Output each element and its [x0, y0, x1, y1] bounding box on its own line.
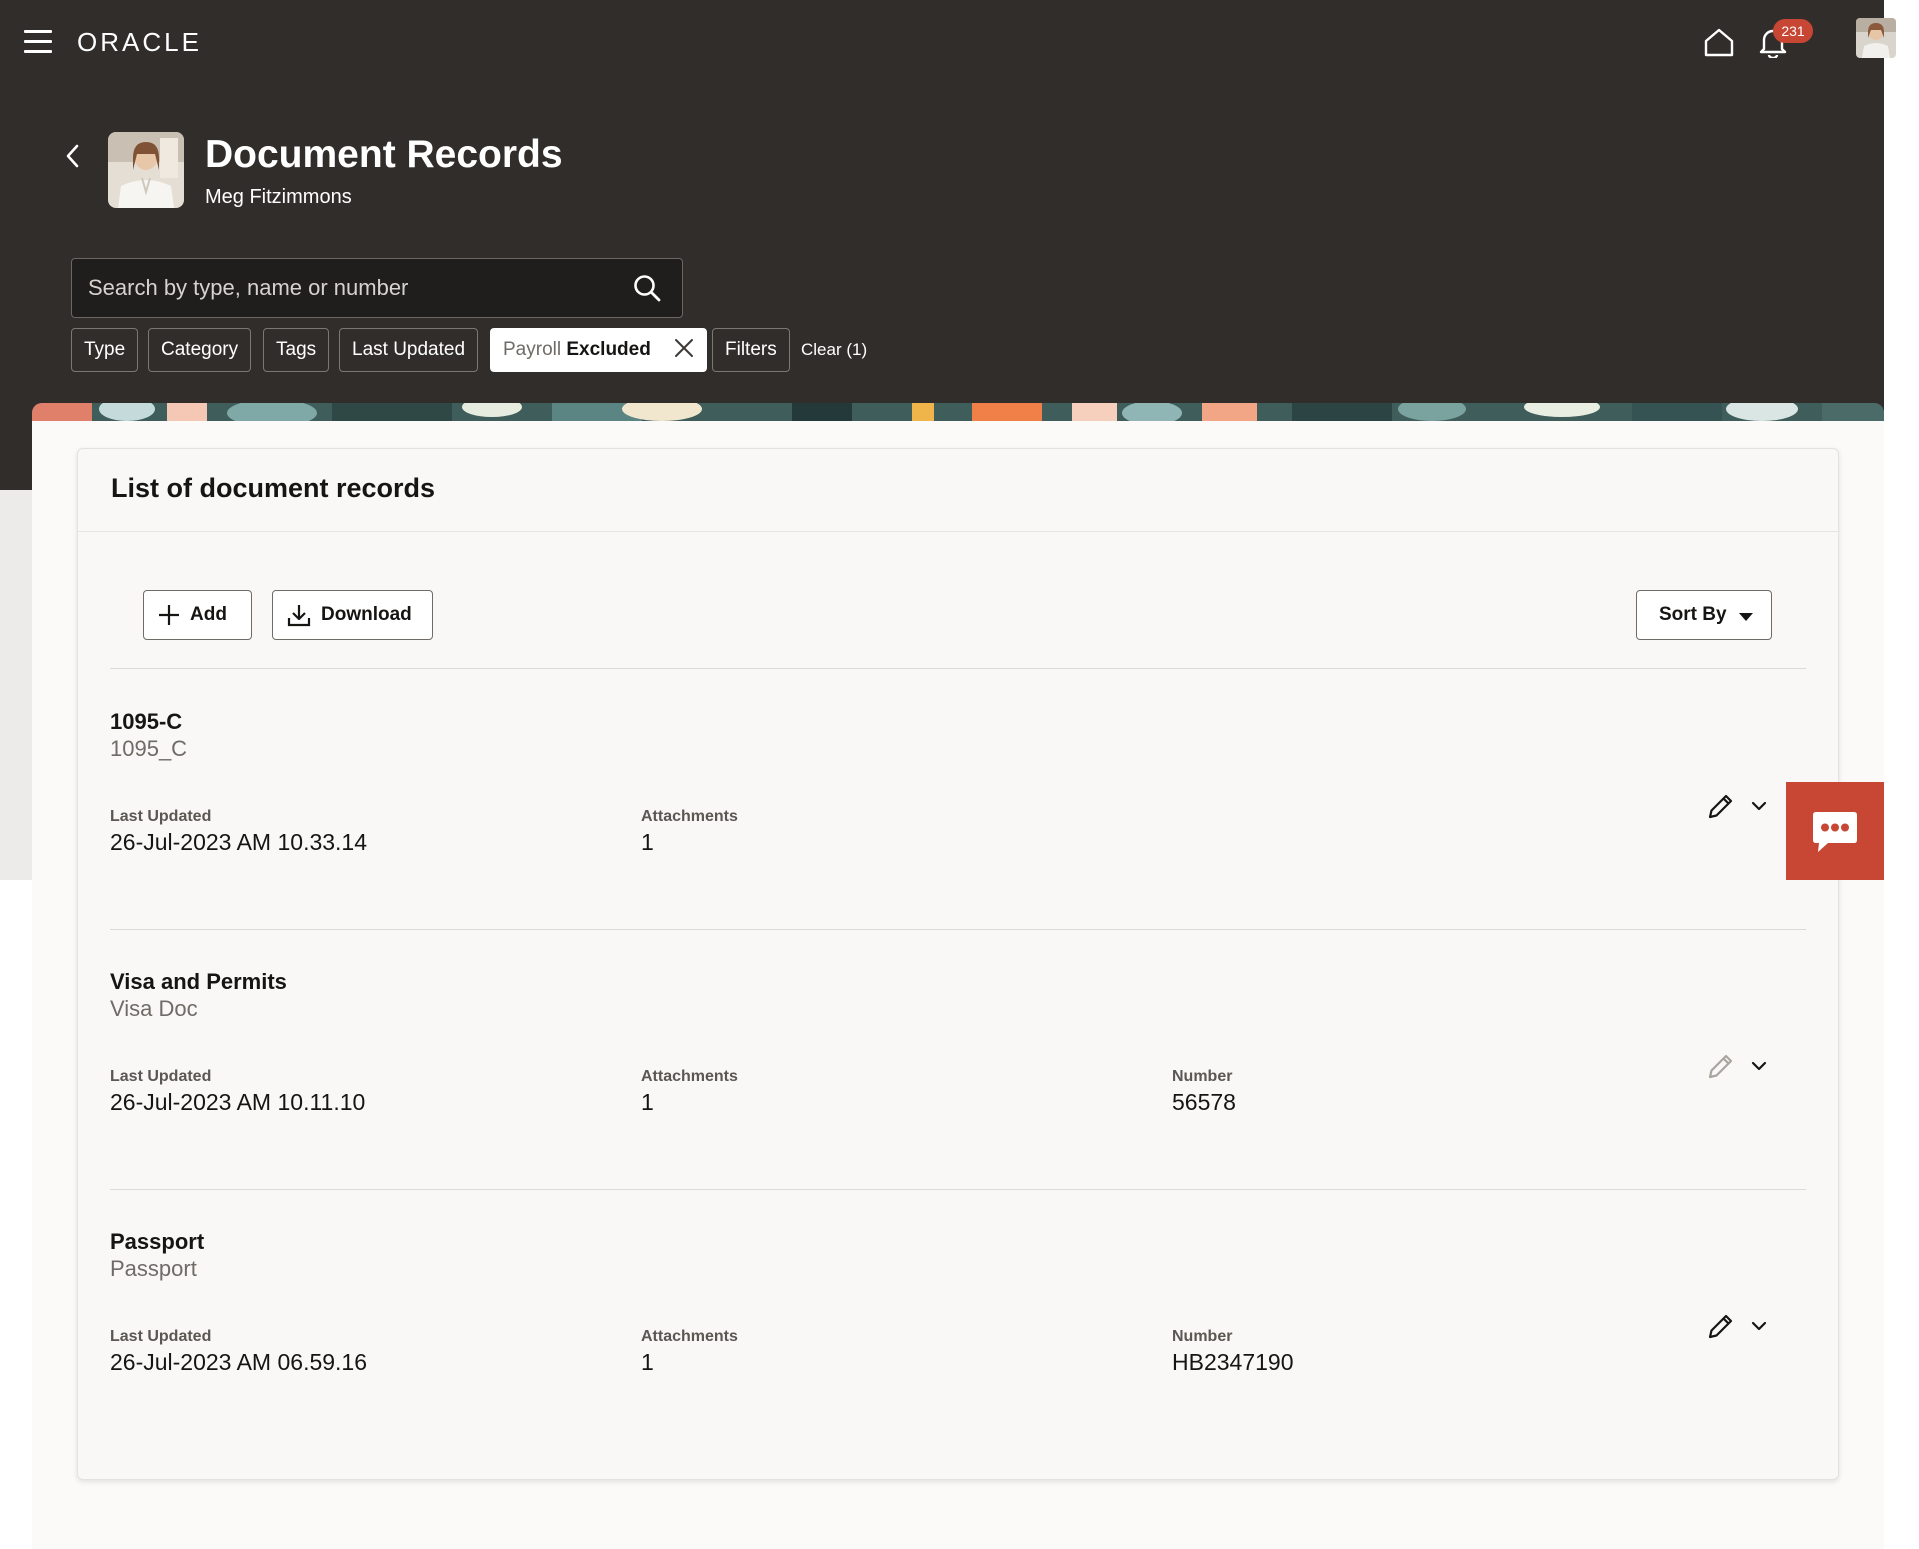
list-item[interactable]: Passport Passport Last Updated 26-Jul-20… — [110, 1229, 1806, 1469]
pencil-icon — [1708, 1054, 1733, 1079]
hamburger-icon[interactable] — [24, 30, 52, 53]
caret-down-icon — [1739, 613, 1753, 621]
document-records-card: List of document records Add Download So… — [77, 448, 1840, 1480]
download-button-label: Download — [321, 604, 412, 625]
user-avatar[interactable] — [1856, 18, 1896, 58]
attachments-value: 1 — [641, 829, 654, 855]
attachments-label: Attachments — [641, 1068, 738, 1085]
number-label: Number — [1172, 1068, 1233, 1085]
home-icon[interactable] — [1703, 26, 1735, 58]
attachments-value: 1 — [641, 1349, 654, 1375]
chat-icon — [1813, 812, 1857, 852]
chip-key: Payroll — [503, 339, 562, 360]
back-chevron-icon[interactable] — [62, 142, 84, 170]
number-value: HB2347190 — [1172, 1349, 1294, 1375]
last-updated-value: 26-Jul-2023 AM 10.33.14 — [110, 829, 368, 855]
search-field[interactable] — [71, 258, 683, 318]
oracle-logo[interactable]: ORACLE — [77, 27, 202, 58]
card-title: List of document records — [111, 473, 436, 503]
chevron-down-icon[interactable] — [1750, 1319, 1768, 1333]
last-updated-label: Last Updated — [110, 808, 212, 825]
person-name: Meg Fitzimmons — [205, 186, 352, 208]
record-type: 1095_C — [110, 736, 188, 761]
record-name: 1095-C — [110, 709, 183, 734]
list-item[interactable]: Visa and Permits Visa Doc Last Updated 2… — [110, 969, 1806, 1209]
filter-chip-tags[interactable]: Tags — [263, 328, 330, 372]
global-header: ORACLE 231 — [0, 0, 1919, 82]
right-margin — [1884, 0, 1919, 1549]
download-icon — [287, 605, 311, 627]
divider — [110, 1189, 1806, 1190]
attachments-label: Attachments — [641, 1328, 738, 1345]
sort-by-button[interactable]: Sort By — [1636, 590, 1772, 640]
pencil-icon[interactable] — [1706, 791, 1736, 821]
record-type: Visa Doc — [110, 996, 198, 1021]
divider — [78, 531, 1840, 532]
filter-chip-last-updated[interactable]: Last Updated — [339, 328, 479, 372]
plus-icon — [159, 605, 179, 625]
pencil-icon[interactable] — [1706, 1311, 1736, 1341]
decorative-banner — [32, 403, 1884, 421]
notification-badge: 231 — [1773, 19, 1813, 43]
attachments-value: 1 — [641, 1089, 654, 1115]
record-name: Visa and Permits — [110, 969, 287, 994]
filter-chip-payroll-excluded[interactable]: Payroll Excluded — [490, 328, 708, 372]
divider — [110, 929, 1806, 930]
filter-chip-type[interactable]: Type — [71, 328, 139, 372]
chip-value: Excluded — [566, 339, 651, 360]
add-button[interactable]: Add — [143, 590, 252, 640]
download-button[interactable]: Download — [272, 590, 433, 640]
page-title: Document Records — [205, 133, 563, 176]
list-item[interactable]: 1095-C 1095_C Last Updated 26-Jul-2023 A… — [110, 709, 1806, 949]
search-icon[interactable] — [632, 273, 662, 303]
attachments-label: Attachments — [641, 808, 738, 825]
last-updated-value: 26-Jul-2023 AM 06.59.16 — [110, 1349, 368, 1375]
search-input[interactable] — [88, 259, 608, 317]
number-value: 56578 — [1172, 1089, 1236, 1115]
record-name: Passport — [110, 1229, 205, 1254]
sort-by-label: Sort By — [1659, 604, 1727, 625]
chat-button[interactable] — [1786, 782, 1884, 880]
last-updated-label: Last Updated — [110, 1328, 212, 1345]
clear-filters-link[interactable]: Clear (1) — [801, 328, 867, 372]
person-photo — [108, 132, 184, 208]
close-icon[interactable] — [674, 338, 694, 358]
divider — [110, 668, 1806, 669]
number-label: Number — [1172, 1328, 1233, 1345]
record-type: Passport — [110, 1256, 197, 1281]
chevron-down-icon[interactable] — [1750, 799, 1768, 813]
add-button-label: Add — [190, 604, 227, 625]
last-updated-label: Last Updated — [110, 1068, 212, 1085]
filter-chip-filters[interactable]: Filters — [712, 328, 790, 372]
last-updated-value: 26-Jul-2023 AM 10.11.10 — [110, 1089, 366, 1115]
filter-chip-category[interactable]: Category — [148, 328, 252, 372]
chevron-down-icon[interactable] — [1750, 1059, 1768, 1073]
